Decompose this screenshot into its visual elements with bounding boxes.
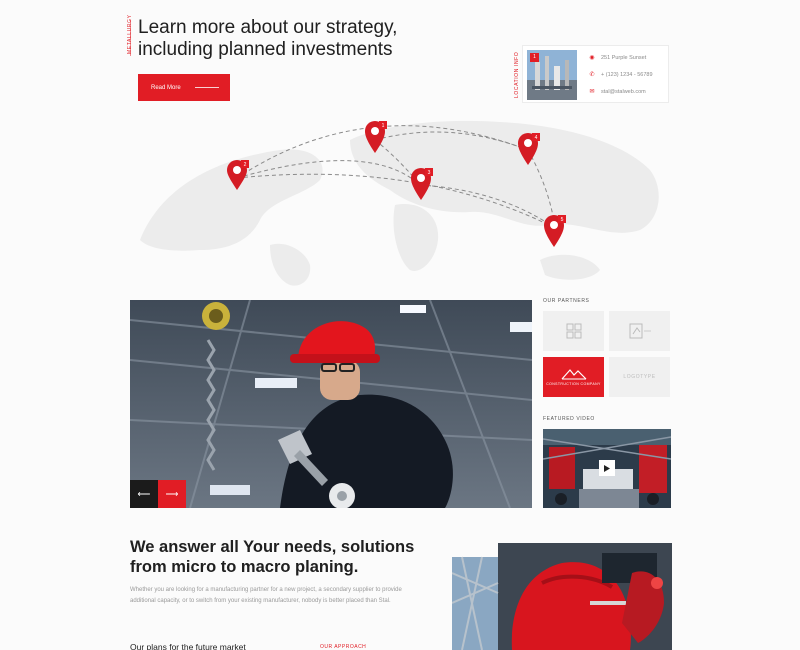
partner-logo-text: CONSTRUCTION COMPANY [546,382,601,386]
featured-video[interactable] [543,429,671,508]
map-pin-icon[interactable]: 3 [411,168,435,202]
needs-title: We answer all Your needs, solutions from… [130,538,415,576]
partner-logo[interactable] [543,311,604,351]
hero-divider [130,20,131,56]
partners-label: OUR PARTNERS [543,298,590,304]
prev-arrow-icon[interactable]: ⟵ [130,480,158,508]
arrow-line-icon [194,87,219,88]
approach-link[interactable]: OUR APPROACH [320,644,366,650]
read-more-button[interactable]: Read More [138,74,230,101]
email-icon: ✉ [589,89,595,95]
future-market-heading: Our plans for the future market [130,642,246,650]
location-vertical-label: LOCATION INFO [514,51,520,98]
map-pin-icon[interactable]: 4 [518,133,542,167]
phone-row: ✆ + (123) 1234 - 56789 [589,71,653,79]
read-more-label: Read More [151,84,181,91]
map-pin-number: 1 [382,123,385,129]
video-label: FEATURED VIDEO [543,416,595,422]
worker-photo-secondary [452,543,672,650]
map-pin-number: 5 [561,217,564,223]
hero-title: Learn more about our strategy, including… [138,17,398,60]
worker-photo [130,300,532,508]
map-pin-icon[interactable]: 5 [544,215,568,249]
page: METALLURGY Learn more about our strategy… [0,0,800,650]
construction-logo-icon [561,369,586,380]
phone-text: + (123) 1234 - 56789 [601,71,653,78]
slider-nav: ⟵ ⟶ [130,480,186,508]
partner-logo-icon [629,323,651,339]
play-icon[interactable] [599,460,615,476]
needs-paragraph: Whether you are looking for a manufactur… [130,587,402,604]
partner-logo-featured[interactable]: CONSTRUCTION COMPANY [543,357,604,397]
world-map [140,120,659,286]
address-text: 251 Purple Sunset [601,54,647,61]
email-text[interactable]: stal@stalweb.com [601,89,646,95]
address-row: ◉ 251 Purple Sunset [589,54,647,62]
map-pin-number: 2 [244,162,247,168]
location-pin-icon: ◉ [589,55,595,61]
location-badge: 1 [530,53,539,62]
partner-logo[interactable] [609,311,670,351]
partner-logo[interactable]: LOGOTYPE [609,357,670,397]
partner-logo-text: LOGOTYPE [623,374,656,380]
location-card: 1 ◉ 251 Purple Sunset ✆ + (123) 1234 - 5… [522,45,669,103]
partner-logo-icon [566,323,581,339]
email-row[interactable]: ✉ stal@stalweb.com [589,88,646,96]
factory-image: 1 [527,50,577,100]
next-arrow-icon[interactable]: ⟶ [158,480,186,508]
map-pin-icon[interactable]: 1 [365,121,389,155]
phone-icon: ✆ [589,72,595,78]
map-pin-number: 3 [428,170,431,176]
map-pin-number: 4 [535,135,538,141]
map-pin-icon[interactable]: 2 [227,160,251,192]
